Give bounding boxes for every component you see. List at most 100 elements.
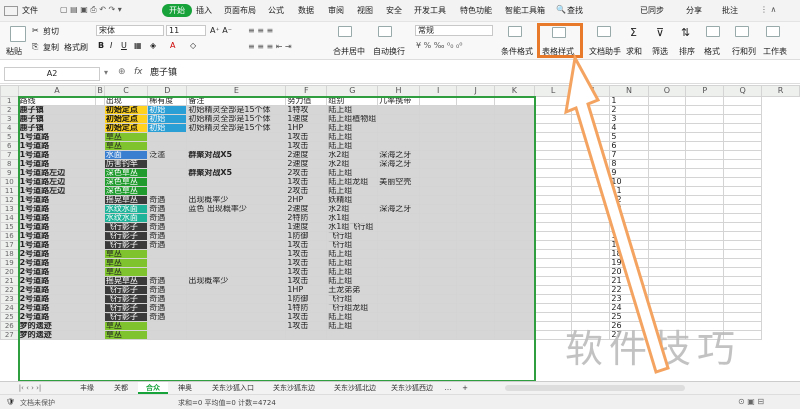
cell[interactable]: 鹿子镇: [17, 105, 97, 115]
cell[interactable]: [533, 114, 573, 124]
cell[interactable]: [685, 249, 725, 259]
cell[interactable]: [647, 141, 687, 151]
cell[interactable]: [533, 303, 573, 313]
cell[interactable]: 2速度: [285, 204, 328, 214]
cell[interactable]: [685, 285, 725, 295]
cell[interactable]: 奇遇: [147, 240, 188, 250]
cell[interactable]: [723, 186, 763, 196]
name-box-dropdown-icon[interactable]: ▾: [104, 68, 108, 77]
cell[interactable]: 1号道路: [17, 231, 97, 241]
table-style-icon[interactable]: [552, 27, 566, 38]
cell[interactable]: [418, 114, 458, 124]
cell[interactable]: 陆上组: [326, 267, 379, 277]
cell[interactable]: [95, 177, 105, 187]
cell[interactable]: 1号道路: [17, 195, 97, 205]
cell[interactable]: [647, 168, 687, 178]
cell[interactable]: [456, 240, 496, 250]
cell[interactable]: [95, 312, 105, 322]
view-mode-icons[interactable]: ⊙ ▣ ⊟: [738, 397, 764, 406]
annotate-button[interactable]: 批注: [722, 5, 738, 16]
cell[interactable]: 陆上组: [326, 249, 379, 259]
cell[interactable]: [456, 150, 496, 160]
cell[interactable]: [723, 195, 763, 205]
cell[interactable]: [571, 213, 611, 223]
cell[interactable]: 10: [609, 177, 649, 187]
cell[interactable]: [494, 123, 535, 133]
cell[interactable]: 深海之牙: [377, 204, 420, 214]
tab-more-icon[interactable]: …: [438, 382, 458, 394]
cell[interactable]: [723, 168, 763, 178]
cell[interactable]: 奇遇: [147, 195, 188, 205]
cell[interactable]: [533, 177, 573, 187]
cell[interactable]: [685, 240, 725, 250]
cell[interactable]: [95, 213, 105, 223]
cell[interactable]: [418, 132, 458, 142]
cell[interactable]: [377, 294, 420, 304]
cell[interactable]: 稀有度: [147, 96, 188, 106]
cell[interactable]: [418, 123, 458, 133]
worksheet-icon[interactable]: [766, 26, 780, 37]
cell[interactable]: [494, 150, 535, 160]
cut-icon[interactable]: ✂: [32, 26, 39, 35]
cell[interactable]: [723, 204, 763, 214]
paste-button[interactable]: 粘贴: [6, 46, 22, 57]
cell[interactable]: [95, 123, 105, 133]
cell[interactable]: [418, 294, 458, 304]
cell[interactable]: 1攻击: [285, 132, 328, 142]
cell[interactable]: 飞行影子: [103, 285, 149, 295]
cell[interactable]: [685, 195, 725, 205]
cell[interactable]: 初始: [147, 114, 188, 124]
row-header[interactable]: 3: [0, 114, 19, 124]
cell[interactable]: [377, 285, 420, 295]
cell[interactable]: [723, 249, 763, 259]
cell[interactable]: 飞行影子: [103, 222, 149, 232]
cell[interactable]: [186, 258, 287, 268]
cell[interactable]: 初始精灵全部是15个体: [186, 114, 287, 124]
copy-icon[interactable]: ⎘: [32, 42, 38, 52]
cell[interactable]: [571, 195, 611, 205]
cell[interactable]: 14: [609, 213, 649, 223]
cell[interactable]: 17: [609, 240, 649, 250]
cell[interactable]: 飞行影子: [103, 294, 149, 304]
cell[interactable]: [533, 249, 573, 259]
menu-formula[interactable]: 公式: [268, 5, 284, 16]
clear-format-icon[interactable]: ◇: [190, 41, 196, 50]
cell[interactable]: [456, 249, 496, 259]
cell[interactable]: [685, 258, 725, 268]
cell[interactable]: [723, 105, 763, 115]
tab-hezhong[interactable]: 合众: [138, 382, 168, 394]
cell[interactable]: [647, 123, 687, 133]
cell[interactable]: 水面: [103, 150, 149, 160]
cell[interactable]: 水2组: [326, 150, 379, 160]
cell[interactable]: 初始定点: [103, 105, 149, 115]
cell[interactable]: 草丛: [103, 141, 149, 151]
cell[interactable]: 奇遇: [147, 285, 188, 295]
cell[interactable]: [456, 303, 496, 313]
cell[interactable]: [685, 213, 725, 223]
cell[interactable]: [418, 213, 458, 223]
column-header[interactable]: N: [609, 85, 649, 97]
cell[interactable]: [377, 321, 420, 331]
row-header[interactable]: 15: [0, 222, 19, 232]
cell[interactable]: 深色草丛: [103, 186, 149, 196]
cell[interactable]: 飞行影子: [103, 231, 149, 241]
cell[interactable]: 陆上组: [326, 168, 379, 178]
menu-data[interactable]: 数据: [298, 5, 314, 16]
cell[interactable]: [571, 114, 611, 124]
italic-icon[interactable]: I: [110, 41, 112, 50]
cell[interactable]: 1攻击: [285, 312, 328, 322]
cell[interactable]: [647, 240, 687, 250]
cell[interactable]: 妖精组: [326, 195, 379, 205]
cell[interactable]: [418, 285, 458, 295]
cell[interactable]: 2攻击: [285, 186, 328, 196]
cell[interactable]: [571, 249, 611, 259]
zoom-icon[interactable]: ⊕: [118, 67, 126, 77]
cell[interactable]: [685, 168, 725, 178]
cell[interactable]: 深色草丛: [103, 177, 149, 187]
cell[interactable]: 13: [609, 204, 649, 214]
cell[interactable]: [418, 321, 458, 331]
cell[interactable]: [533, 105, 573, 115]
cell[interactable]: [95, 159, 105, 169]
conditional-format-icon[interactable]: [508, 26, 522, 37]
hamburger-icon[interactable]: [4, 6, 18, 16]
